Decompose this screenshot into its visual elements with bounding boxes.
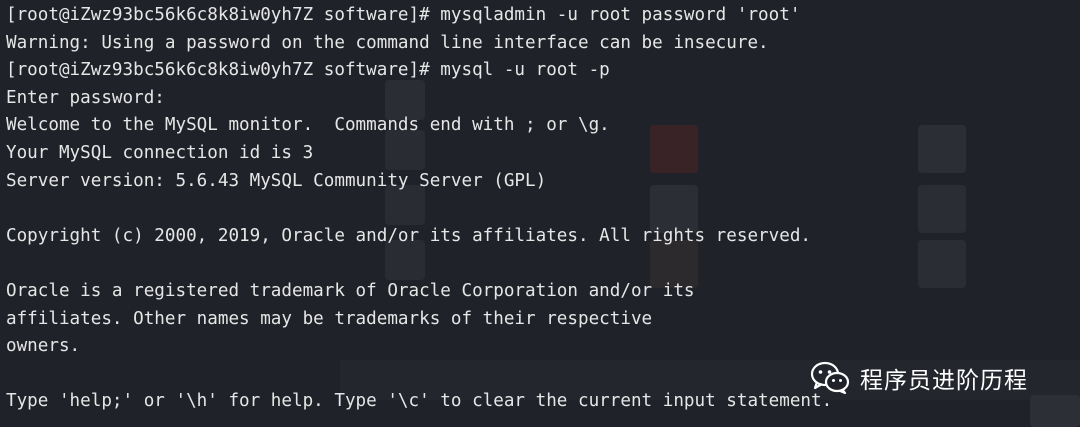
terminal-line: Oracle is a registered trademark of Orac…: [6, 280, 695, 301]
terminal-line: [root@iZwz93bc56k6c8k8iw0yh7Z software]#…: [6, 60, 610, 81]
terminal-line: Your MySQL connection id is 3: [6, 142, 314, 163]
background-button: [1030, 395, 1080, 427]
background-thumbnail: [918, 185, 966, 233]
background-thumbnail: [918, 125, 966, 173]
terminal-output: [root@iZwz93bc56k6c8k8iw0yh7Z software]#…: [6, 2, 832, 416]
terminal-line: Type 'help;' or '\h' for help. Type '\c'…: [6, 391, 833, 412]
terminal-line: Enter password:: [6, 87, 165, 108]
terminal-line: owners.: [6, 336, 81, 357]
terminal-line: Welcome to the MySQL monitor. Commands e…: [6, 115, 610, 136]
terminal-line: [root@iZwz93bc56k6c8k8iw0yh7Z software]#…: [6, 5, 801, 25]
watermark: 程序员进阶历程: [810, 358, 1028, 398]
terminal-window[interactable]: [root@iZwz93bc56k6c8k8iw0yh7Z software]#…: [0, 0, 1080, 427]
terminal-line: Server version: 5.6.43 MySQL Community S…: [6, 170, 547, 191]
background-thumbnail: [918, 240, 966, 288]
terminal-line: Warning: Using a password on the command…: [6, 32, 769, 53]
watermark-text: 程序员进阶历程: [860, 368, 1028, 394]
wechat-icon: [810, 361, 850, 395]
terminal-line: affiliates. Other names may be trademark…: [6, 308, 653, 329]
terminal-line: Copyright (c) 2000, 2019, Oracle and/or …: [6, 225, 812, 246]
